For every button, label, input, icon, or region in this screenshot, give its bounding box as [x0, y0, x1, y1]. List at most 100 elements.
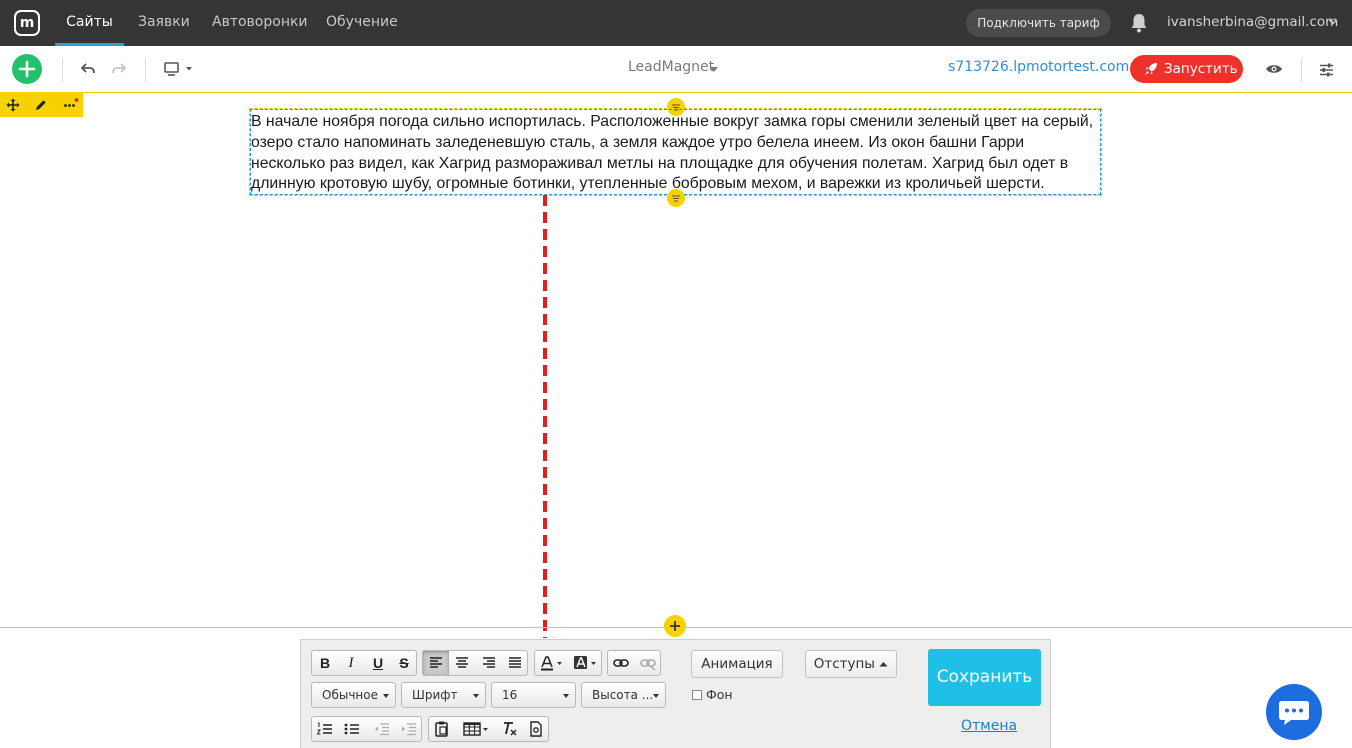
redo-icon[interactable]	[111, 62, 127, 76]
block-tools	[0, 93, 83, 117]
font-size-select[interactable]: 16	[491, 682, 576, 708]
text-style-group: B I U S	[311, 650, 417, 676]
clipboard-icon	[435, 721, 448, 737]
link-button[interactable]	[608, 651, 634, 675]
font-family-select[interactable]: Шрифт	[401, 682, 486, 708]
background-checkbox-label: Фон	[706, 687, 733, 702]
chat-icon	[1279, 701, 1309, 725]
site-name-label: LeadMagnet	[628, 59, 715, 75]
align-left-button[interactable]	[423, 651, 449, 675]
clear-format-button[interactable]	[496, 717, 522, 741]
paragraph-style-select[interactable]: Обычное	[311, 682, 396, 708]
plus-icon	[670, 621, 680, 631]
site-url-link[interactable]: s713726.lpmotortest.com	[948, 59, 1129, 75]
outdent-button[interactable]	[369, 717, 395, 741]
text-color-icon	[541, 656, 562, 671]
add-section-button[interactable]	[664, 615, 686, 637]
justify-button[interactable]	[502, 651, 528, 675]
nav-tab-learning[interactable]: Обучение	[326, 0, 398, 46]
caret-up-icon	[879, 662, 888, 667]
editor-toolbar: LeadMagnet s713726.lpmotortest.com Запус…	[0, 46, 1352, 93]
toolbar-divider	[1301, 58, 1302, 82]
settings-sliders-icon[interactable]	[1319, 63, 1334, 77]
text-block[interactable]: В начале ноября погода сильно испортилас…	[249, 108, 1102, 196]
justify-icon	[509, 657, 521, 668]
chat-widget-button[interactable]	[1266, 684, 1322, 740]
background-checkbox[interactable]: Фон	[692, 687, 733, 702]
more-options-icon[interactable]	[63, 98, 81, 110]
line-height-value: Высота ...	[592, 688, 654, 702]
caret-down-icon	[563, 694, 569, 698]
line-height-select[interactable]: Высота ...	[581, 682, 666, 708]
text-block-content[interactable]: В начале ноября погода сильно испортилас…	[251, 112, 1099, 195]
ordered-list-button[interactable]	[312, 717, 338, 741]
undo-icon[interactable]	[80, 62, 96, 76]
padding-label: Отступы	[813, 656, 875, 672]
cancel-link[interactable]: Отмена	[961, 718, 1017, 734]
paragraph-style-value: Обычное	[322, 688, 378, 702]
nav-tab-requests[interactable]: Заявки	[138, 0, 190, 46]
source-code-button[interactable]	[523, 717, 549, 741]
insert-group	[428, 716, 549, 742]
bottom-resize-handle[interactable]	[667, 189, 685, 207]
align-right-icon	[483, 657, 495, 668]
italic-button[interactable]: I	[338, 651, 364, 675]
ordered-list-icon	[316, 722, 332, 735]
text-color-button[interactable]	[535, 651, 568, 675]
bulleted-list-icon	[344, 723, 359, 735]
toolbar-divider	[145, 58, 146, 82]
link-icon	[613, 659, 629, 667]
strikethrough-button[interactable]: S	[391, 651, 417, 675]
nav-tab-sites[interactable]: Сайты	[55, 0, 124, 46]
connect-plan-button[interactable]: Подключить тариф	[966, 9, 1111, 37]
rocket-icon	[1145, 63, 1157, 75]
user-email[interactable]: ivansherbina@gmail.com	[1167, 0, 1338, 46]
underline-button[interactable]: U	[365, 651, 391, 675]
launch-label: Запустить	[1164, 61, 1238, 77]
background-color-button[interactable]	[569, 651, 602, 675]
clear-formatting-icon	[504, 722, 517, 736]
checkbox-box[interactable]	[692, 690, 702, 700]
bulleted-list-button[interactable]	[339, 717, 365, 741]
font-family-value: Шрифт	[412, 688, 458, 702]
save-button[interactable]: Сохранить	[928, 649, 1041, 706]
align-center-icon	[456, 657, 468, 668]
caret-down-icon	[653, 694, 659, 698]
pencil-icon[interactable]	[35, 99, 47, 111]
text-format-panel: B I U S Обычное Шрифт 16 Высота ... Аним…	[300, 639, 1051, 748]
paste-button[interactable]	[429, 717, 455, 741]
preview-eye-icon[interactable]	[1265, 63, 1283, 75]
caret-down-icon[interactable]	[709, 66, 719, 74]
outdent-icon	[375, 723, 389, 736]
resize-lines-icon	[672, 195, 680, 202]
plus-icon	[18, 60, 36, 78]
table-button[interactable]	[459, 717, 493, 741]
bell-icon[interactable]	[1129, 12, 1149, 34]
alignment-guide	[543, 195, 547, 638]
color-group	[534, 650, 602, 676]
top-navigation: m Сайты Заявки Автоворонки Обучение Подк…	[0, 0, 1352, 46]
align-center-button[interactable]	[449, 651, 475, 675]
move-icon[interactable]	[6, 98, 20, 112]
align-right-button[interactable]	[476, 651, 502, 675]
caret-down-icon	[383, 694, 389, 698]
toolbar-divider	[62, 58, 63, 82]
link-group	[607, 650, 661, 676]
launch-button[interactable]: Запустить	[1130, 55, 1243, 83]
indent-button[interactable]	[396, 717, 422, 741]
animation-button[interactable]: Анимация	[691, 650, 783, 678]
padding-button[interactable]: Отступы	[805, 650, 897, 678]
desktop-view-icon[interactable]	[164, 62, 196, 76]
bold-button[interactable]: B	[312, 651, 338, 675]
list-group	[311, 716, 422, 742]
site-name-dropdown[interactable]: LeadMagnet	[628, 59, 714, 75]
add-block-button[interactable]	[12, 54, 42, 84]
caret-down-icon	[473, 694, 479, 698]
highlight-color-icon	[574, 656, 596, 669]
chevron-down-icon[interactable]	[1328, 17, 1338, 27]
indent-icon	[402, 723, 416, 736]
unlink-button[interactable]	[635, 651, 661, 675]
logo[interactable]: m	[14, 10, 40, 36]
document-icon	[530, 721, 542, 737]
nav-tab-autofunnels[interactable]: Автоворонки	[212, 0, 308, 46]
